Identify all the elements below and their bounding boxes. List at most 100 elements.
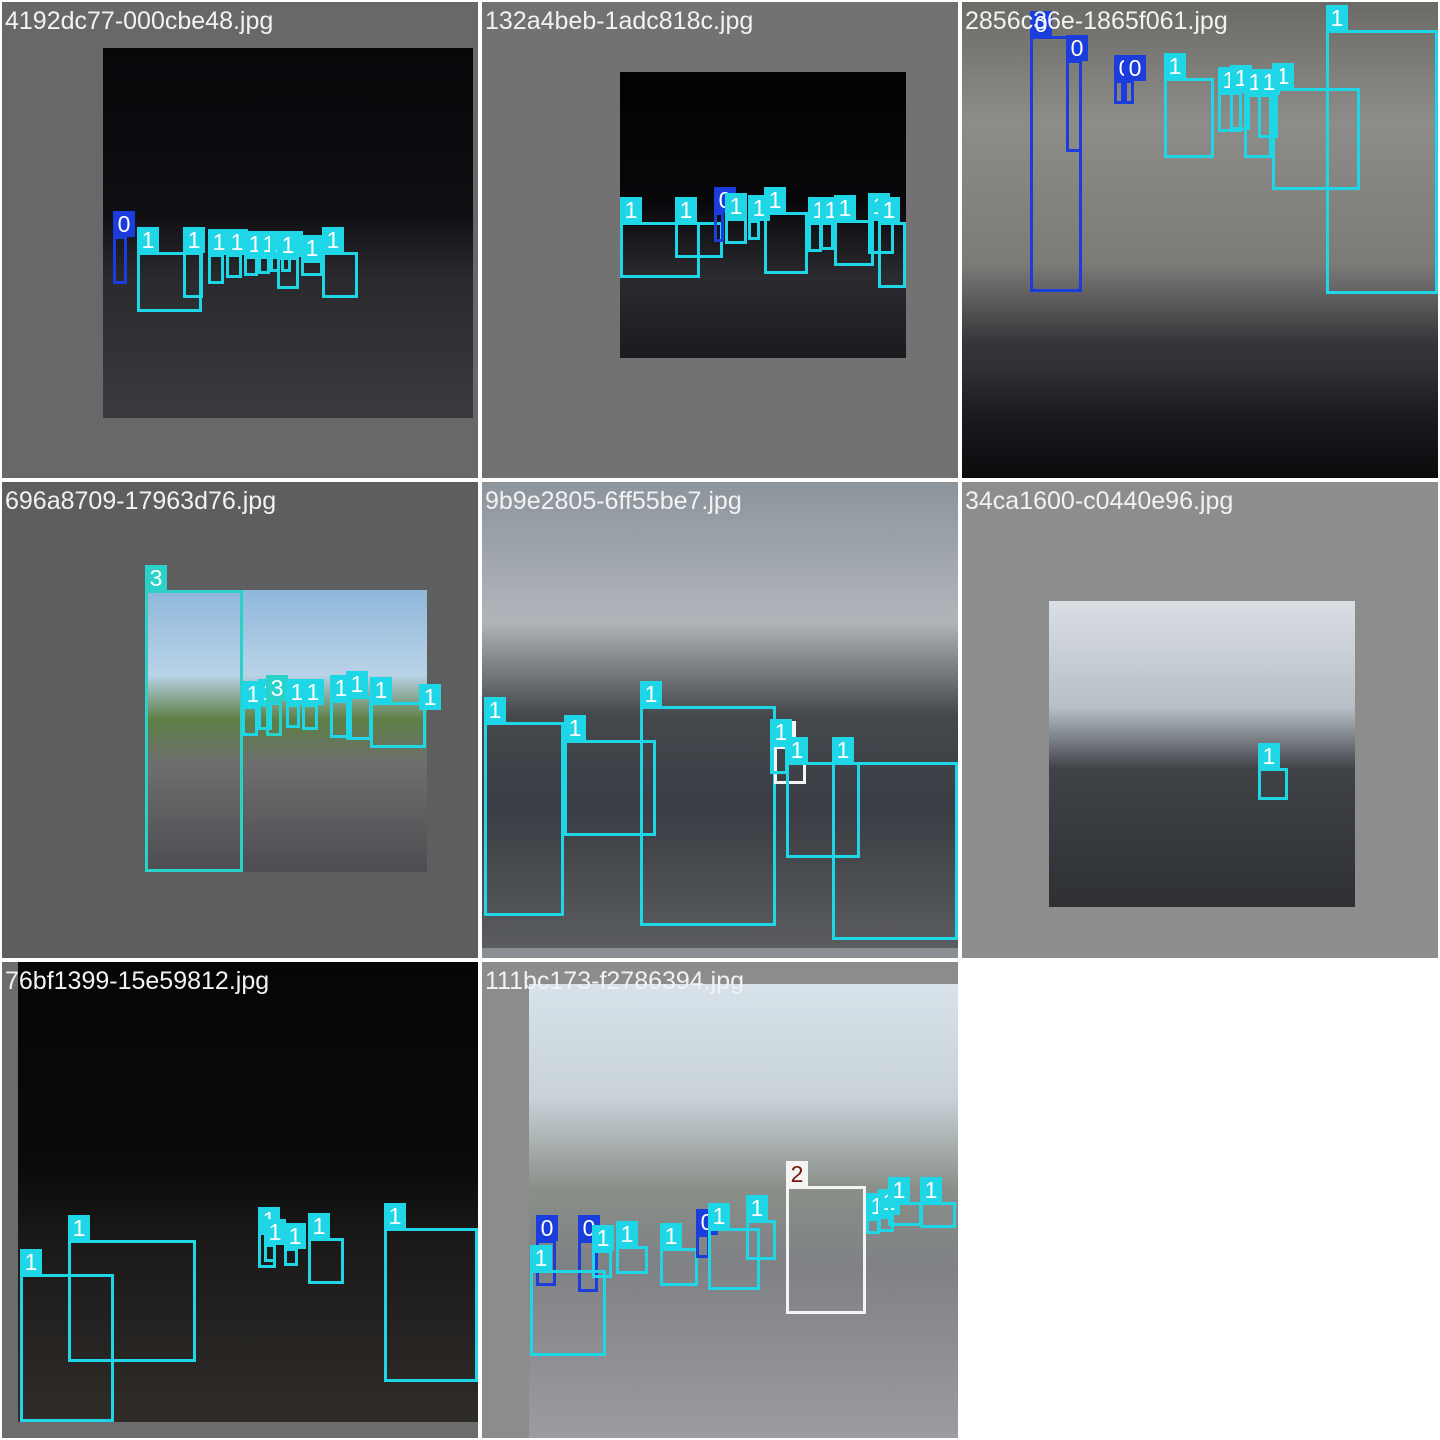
tile-7: 111bc173-f2786394.jpg 0 0 1 1 1 1 0 1 1 …: [482, 962, 958, 1438]
tile-6: 76bf1399-15e59812.jpg 1 1 1 1 1 1 1: [2, 962, 478, 1438]
detection-label: 1: [484, 697, 506, 723]
detection-label: 1: [564, 715, 586, 741]
detection-label: 1: [888, 1177, 910, 1203]
tile-5-photo: [1049, 601, 1355, 907]
detection-box: 1: [920, 1177, 956, 1228]
detection-label: 1: [660, 1223, 682, 1249]
detection-label: 1: [764, 187, 786, 213]
detection-box: 1: [660, 1223, 698, 1286]
detection-label: 2: [786, 1161, 808, 1187]
detection-label: 1: [832, 737, 854, 763]
detection-box: 1: [346, 671, 372, 740]
detection-box: 1: [530, 1245, 606, 1356]
detection-label: 0: [113, 211, 135, 237]
detection-label: 1: [1258, 743, 1280, 769]
detection-label: 1: [302, 679, 324, 705]
tile-3-filename: 696a8709-17963d76.jpg: [5, 487, 277, 515]
detection-box: 1: [592, 1225, 614, 1278]
tile-1-filename: 132a4beb-1adc818c.jpg: [485, 7, 754, 35]
detection-box: 0: [1114, 55, 1136, 104]
detection-box: 1: [208, 229, 230, 284]
detection-label: 1: [346, 671, 368, 697]
detection-box: 3: [145, 565, 243, 872]
detection-box: 1: [384, 1203, 478, 1382]
tile-5-filename: 34ca1600-c0440e96.jpg: [965, 487, 1234, 515]
detection-box: 1: [284, 1223, 306, 1266]
tile-6-filename: 76bf1399-15e59812.jpg: [5, 967, 270, 995]
detection-box: 1: [419, 684, 441, 714]
detection-label: 1: [419, 684, 441, 710]
detection-box: 1: [746, 1195, 776, 1260]
detection-label: 1: [592, 1225, 614, 1251]
detection-label: 1: [322, 227, 344, 253]
detection-box: 1: [322, 227, 358, 298]
detection-label: 1: [277, 232, 299, 258]
detection-box: 0: [1124, 55, 1146, 104]
detection-box: 1: [1326, 5, 1438, 294]
tile-4: 9b9e2805-6ff55be7.jpg 1 1 1 2 1 1 1: [482, 482, 958, 958]
tile-2: 2856c36e-1865f061.jpg 0 0 0 0 1 1 1 1 1 …: [962, 2, 1438, 478]
detection-label: 0: [1124, 55, 1146, 81]
detection-box: 1: [888, 1177, 922, 1226]
detection-label: 1: [878, 197, 900, 223]
detection-box: 3: [266, 675, 288, 736]
tile-7-filename: 111bc173-f2786394.jpg: [485, 967, 745, 995]
detection-label: 1: [725, 193, 747, 219]
detection-label: 1: [1326, 5, 1348, 31]
detection-box: 1: [616, 1221, 648, 1274]
detection-box: 1: [301, 235, 323, 276]
detection-box: 1: [308, 1213, 344, 1284]
detection-label: 3: [266, 675, 288, 701]
tile-2-filename: 2856c36e-1865f061.jpg: [965, 7, 1228, 35]
detection-box: 0: [113, 211, 135, 284]
tile-0: 4192dc77-000cbe48.jpg 0 1 1 1 1 1 1 1 1 …: [2, 2, 478, 478]
detection-box: 1: [640, 681, 776, 926]
detection-box: 1: [286, 679, 308, 728]
detection-box: 0: [1066, 35, 1088, 152]
detection-label: 1: [384, 1203, 406, 1229]
tile-4-filename: 9b9e2805-6ff55be7.jpg: [485, 487, 742, 515]
tile-5: 34ca1600-c0440e96.jpg 1: [962, 482, 1438, 958]
detection-label: 1: [834, 195, 856, 221]
detection-label: 1: [675, 197, 697, 223]
detection-box: 1: [244, 231, 266, 276]
detection-label: 0: [536, 1215, 558, 1241]
detection-label: 1: [640, 681, 662, 707]
detection-box: 1: [764, 187, 808, 274]
detection-box: 1: [878, 197, 906, 288]
detection-label: 1: [920, 1177, 942, 1203]
detection-box: 1: [302, 679, 324, 730]
detection-label: 3: [145, 565, 167, 591]
detection-box: 1: [68, 1215, 196, 1362]
detection-box: 1: [277, 232, 299, 289]
tile-1: 132a4beb-1adc818c.jpg 1 1 0 1 1 1 1 1 1 …: [482, 2, 958, 478]
detection-box: 0: [714, 187, 736, 242]
detection-box: 1: [1164, 53, 1214, 158]
detection-box: 1: [1258, 69, 1280, 138]
detection-label: 1: [616, 1221, 638, 1247]
detection-label: 1: [308, 1213, 330, 1239]
detection-label: 1: [68, 1215, 90, 1241]
detection-box: 1: [264, 1219, 286, 1262]
tile-3: 696a8709-17963d76.jpg 3 1 1 3 1 1 1 1 1 …: [2, 482, 478, 958]
detection-label: 0: [1066, 35, 1088, 61]
detection-label: 1: [746, 1195, 768, 1221]
detection-label: 1: [264, 1219, 286, 1245]
detection-label: 1: [786, 737, 808, 763]
detection-box: 1: [258, 231, 280, 274]
detection-mosaic: 4192dc77-000cbe48.jpg 0 1 1 1 1 1 1 1 1 …: [0, 0, 1440, 1440]
detection-box: 1: [1258, 743, 1288, 800]
detection-box: 1: [725, 193, 747, 244]
detection-label: 1: [1258, 69, 1280, 95]
detection-box: 1: [370, 677, 426, 748]
detection-label: 1: [284, 1223, 306, 1249]
detection-box: 1: [820, 197, 842, 250]
detection-label: 1: [370, 677, 392, 703]
detection-box: 1: [242, 681, 264, 736]
tile-0-filename: 4192dc77-000cbe48.jpg: [5, 7, 274, 35]
detection-box: 1: [183, 227, 205, 298]
detection-label: 1: [530, 1245, 552, 1271]
detection-label: 1: [183, 227, 205, 253]
detection-label: 1: [1164, 53, 1186, 79]
detection-box: 1: [226, 229, 248, 278]
